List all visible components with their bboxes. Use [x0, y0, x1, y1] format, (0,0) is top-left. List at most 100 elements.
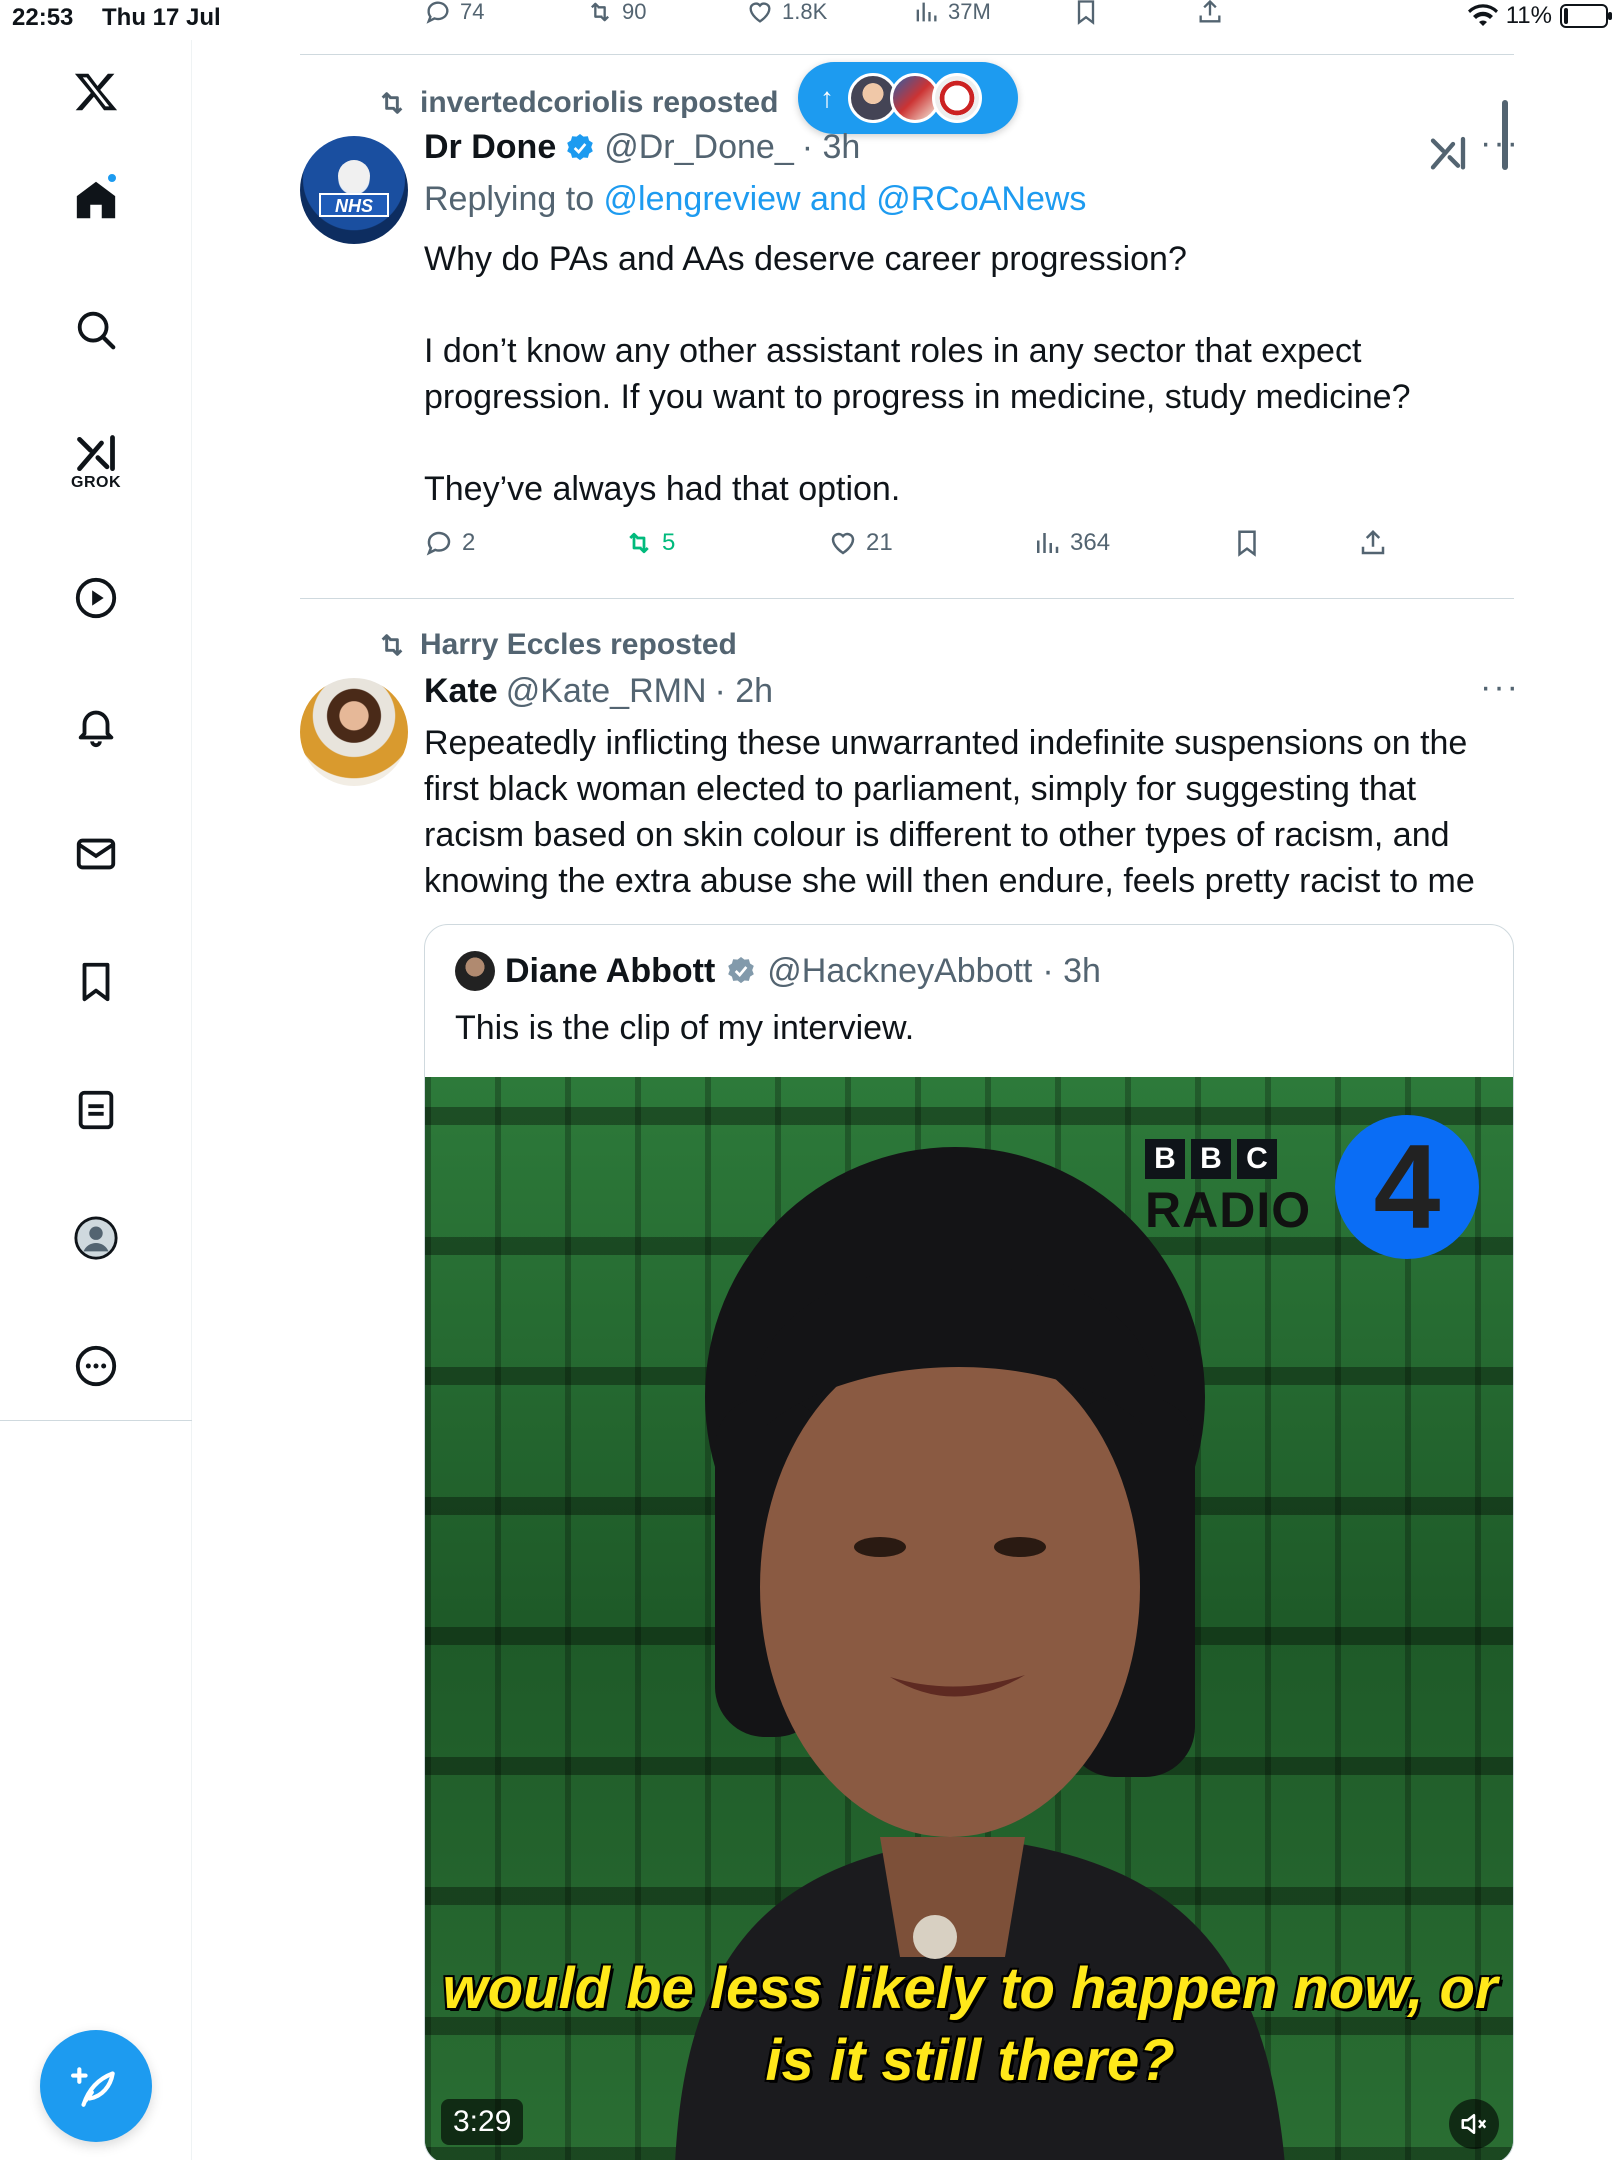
feather-plus-icon [71, 2067, 115, 2107]
views-button[interactable]: 37M [912, 0, 991, 26]
reposted-by: Harry Eccles reposted [420, 628, 737, 661]
verified-badge-icon [728, 957, 755, 984]
logo-word: RADIO [1145, 1182, 1312, 1238]
replying-to: Replying to @lengreview and @RCoANews [424, 180, 1086, 219]
quoted-tweet[interactable]: Diane Abbott @HackneyAbbott · 3h This is… [424, 924, 1514, 2160]
avatar[interactable]: NHS [300, 136, 408, 244]
repost-button[interactable]: 5 [624, 528, 675, 558]
views-chart-icon [1037, 533, 1059, 553]
status-time: 22:53 [12, 4, 74, 31]
tweet-time[interactable]: · 3h [802, 128, 861, 167]
status-date: Thu 17 Jul [102, 4, 221, 31]
avatar[interactable] [300, 678, 408, 786]
like-count: 1.8K [782, 0, 828, 24]
grok-icon [77, 435, 115, 472]
replying-to-links[interactable]: @lengreview and @RCoANews [604, 180, 1087, 218]
repost-count: 5 [662, 529, 676, 556]
verified-badge-icon [567, 133, 594, 160]
bookmark-button[interactable] [1232, 528, 1262, 558]
logo-letter: B [1145, 1139, 1185, 1179]
grok-label: GROK [71, 474, 121, 491]
sidebar-item-messages[interactable] [56, 814, 136, 894]
quote-display-name[interactable]: Diane Abbott [505, 952, 715, 991]
sidebar-item-grok[interactable]: GROK [56, 422, 136, 502]
sidebar-item-explore[interactable] [56, 290, 136, 370]
user-handle[interactable]: @Dr_Done_ [604, 128, 794, 167]
scrollbar[interactable] [1502, 100, 1508, 170]
reposted-by: invertedcoriolis reposted [420, 86, 779, 119]
sidebar-item-lists[interactable] [56, 1070, 136, 1150]
sidebar-item-notifications[interactable] [56, 686, 136, 766]
grok-icon[interactable] [1428, 134, 1468, 174]
quote-time: · 3h [1042, 951, 1101, 990]
reply-button[interactable]: 2 [424, 528, 475, 558]
like-count: 21 [866, 529, 893, 556]
replying-prefix: Replying to [424, 180, 604, 218]
repost-context[interactable]: invertedcoriolis reposted [376, 86, 778, 120]
repost-icon [591, 2, 609, 22]
repost-button[interactable]: 90 [586, 0, 646, 26]
bookmark-icon [82, 962, 110, 1002]
tweet-text: Why do PAs and AAs deserve career progre… [424, 240, 1411, 508]
reply-button[interactable]: 74 [424, 0, 484, 26]
more-circle-icon [75, 1345, 117, 1387]
views-count: 37M [948, 0, 991, 24]
share-button[interactable] [1358, 528, 1388, 558]
sidebar-item-home[interactable] [56, 160, 136, 240]
sidebar-item-videos[interactable] [56, 558, 136, 638]
compose-post-button[interactable] [40, 2030, 152, 2142]
more-options-icon[interactable]: ··· [1480, 124, 1520, 163]
timeline-feed[interactable]: 74 90 1.8K 37M ↑ invertedcoriolis repost… [300, 0, 1518, 2160]
search-icon [77, 311, 116, 350]
display-name[interactable]: Dr Done [424, 128, 556, 167]
more-options-icon[interactable]: ··· [1480, 668, 1520, 707]
like-button[interactable]: 21 [828, 528, 893, 558]
video-subtitle: would be less likely to happen now, or i… [442, 1956, 1498, 2093]
sidebar-divider [0, 1420, 192, 1421]
skull-logo-icon: NHS [319, 160, 389, 217]
user-handle[interactable]: @Kate_RMN [506, 672, 707, 711]
list-icon [78, 1090, 114, 1130]
mute-toggle-button[interactable] [1449, 2099, 1499, 2149]
reply-icon [426, 1, 449, 24]
repost-context[interactable]: Harry Eccles reposted [376, 628, 737, 662]
heart-icon [749, 2, 771, 23]
mail-icon [76, 838, 116, 870]
quote-handle[interactable]: @HackneyAbbott [767, 952, 1032, 991]
svg-text:NHS: NHS [335, 196, 373, 216]
video-player[interactable]: B B C RADIO 4 would be less likely to ha… [425, 1077, 1513, 2160]
display-name[interactable]: Kate [424, 672, 498, 711]
new-posts-pill[interactable]: ↑ [798, 62, 1018, 134]
like-button[interactable]: 1.8K [746, 0, 827, 26]
tweet-header: Kate @Kate_RMN · 2h [424, 672, 773, 711]
tweet-header: Dr Done @Dr_Done_ · 3h [424, 128, 860, 167]
logo-letter: C [1237, 1139, 1277, 1179]
reply-icon [426, 531, 451, 556]
tweet-time[interactable]: · 2h [715, 672, 774, 711]
views-count: 364 [1070, 529, 1111, 556]
views-button[interactable]: 364 [1032, 528, 1110, 558]
video-duration: 3:29 [441, 2099, 524, 2145]
bookmark-button[interactable] [1072, 0, 1100, 26]
share-button[interactable] [1196, 0, 1224, 26]
battery-fill [1564, 8, 1568, 24]
repost-count: 90 [622, 0, 647, 24]
tweet-text: Repeatedly inflicting these unwarranted … [424, 724, 1475, 900]
quote-avatar[interactable] [455, 951, 495, 991]
bell-icon [78, 710, 114, 748]
bookmark-icon [1077, 0, 1095, 25]
sidebar-item-profile[interactable] [56, 1198, 136, 1278]
tweet-separator [300, 598, 1514, 599]
logo-letter: B [1191, 1139, 1231, 1179]
play-circle-icon [75, 577, 117, 619]
new-post-avatar [932, 73, 982, 123]
heart-icon [831, 532, 855, 555]
speaker-muted-icon [1461, 2114, 1487, 2134]
quote-header: Diane Abbott @HackneyAbbott · 3h [455, 951, 1101, 991]
bbc-radio4-logo: B B C RADIO [1145, 1139, 1311, 1239]
x-logo-icon[interactable] [56, 52, 136, 132]
reply-count: 2 [462, 529, 476, 556]
sidebar-item-more[interactable] [56, 1326, 136, 1406]
share-icon [1361, 529, 1385, 555]
sidebar-item-bookmarks[interactable] [56, 942, 136, 1022]
